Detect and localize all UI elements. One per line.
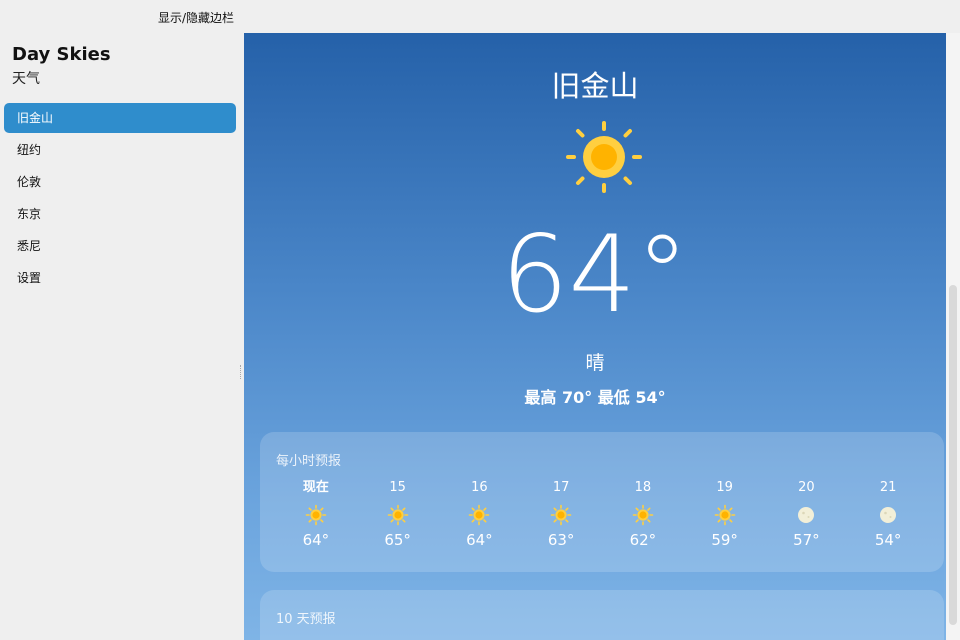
sun-icon [469, 504, 490, 526]
hour-label: 现在 [302, 480, 329, 495]
hourly-forecast-title: 每小时预报 [276, 454, 342, 469]
sidebar: Day Skies 天气 旧金山 纽约 伦敦 东京 悉尼 设置 [0, 33, 244, 640]
city-name: 旧金山 [551, 69, 639, 103]
weather-condition: 晴 [585, 352, 605, 374]
current-temperature: 64° [501, 213, 689, 336]
sidebar-nav: 旧金山 纽约 伦敦 东京 悉尼 设置 [4, 103, 236, 295]
hourly-forecast-list: 现在 64° 15 65° 16 64° 17 63° 18 62° 19 59… [275, 479, 929, 549]
scrollbar-thumb[interactable] [949, 285, 957, 625]
hour-temperature: 59° [711, 531, 738, 549]
sidebar-item-tokyo[interactable]: 东京 [4, 199, 236, 229]
hour-label: 18 [634, 480, 652, 495]
hour-temperature: 64° [302, 531, 330, 549]
hour-label: 21 [879, 480, 897, 495]
hour-label: 20 [798, 480, 815, 495]
hour-temperature: 64° [466, 531, 493, 549]
hourly-item: 20 57° [766, 479, 848, 549]
hour-temperature: 54° [874, 531, 902, 549]
app-title: Day Skies [12, 44, 111, 65]
daily-forecast-title: 10 天预报 [276, 612, 336, 627]
moon-icon [880, 507, 897, 523]
sidebar-item-london[interactable]: 伦敦 [4, 167, 236, 197]
app-subtitle: 天气 [12, 71, 40, 87]
hour-temperature: 62° [629, 531, 657, 549]
hourly-item: 19 59° [684, 479, 766, 549]
high-low-temperature: 最高 70° 最低 54° [524, 388, 666, 407]
sidebar-item-new-york[interactable]: 纽约 [4, 135, 236, 165]
hourly-item: 18 62° [602, 479, 684, 549]
weather-main-panel: 旧金山 64° 晴 最高 70° 最低 54° 每小时预报 现在 64° 15 [244, 33, 946, 640]
sun-icon [632, 504, 654, 526]
hour-label: 15 [389, 480, 406, 495]
hourly-item: 现在 64° [275, 479, 357, 549]
toggle-sidebar-button[interactable]: 显示/隐藏边栏 [158, 9, 234, 26]
main-scrollbar[interactable] [946, 33, 960, 640]
sidebar-item-san-francisco[interactable]: 旧金山 [4, 103, 236, 133]
daily-forecast-card: 10 天预报 [260, 590, 944, 640]
hourly-item: 17 63° [520, 479, 602, 549]
sun-icon [714, 504, 735, 526]
sun-icon [387, 504, 408, 526]
sun-icon [566, 121, 642, 193]
hourly-item: 21 54° [847, 479, 929, 549]
sidebar-item-sydney[interactable]: 悉尼 [4, 231, 236, 261]
hour-label: 16 [471, 480, 488, 495]
hour-temperature: 63° [547, 531, 575, 549]
hourly-forecast-card: 每小时预报 现在 64° 15 65° 16 64° 17 63° 18 62°… [260, 432, 944, 572]
top-toolbar: 显示/隐藏边栏 [0, 0, 960, 33]
hourly-item: 16 64° [439, 479, 521, 549]
hour-label: 17 [552, 480, 570, 495]
sidebar-resize-handle[interactable] [240, 365, 243, 379]
hourly-item: 15 65° [357, 479, 439, 549]
hour-temperature: 65° [384, 531, 411, 549]
sun-icon [550, 504, 572, 526]
sidebar-item-settings[interactable]: 设置 [4, 263, 236, 293]
hour-temperature: 57° [793, 531, 820, 549]
hour-label: 19 [716, 480, 733, 495]
moon-icon [798, 507, 815, 523]
sun-icon [305, 504, 327, 526]
